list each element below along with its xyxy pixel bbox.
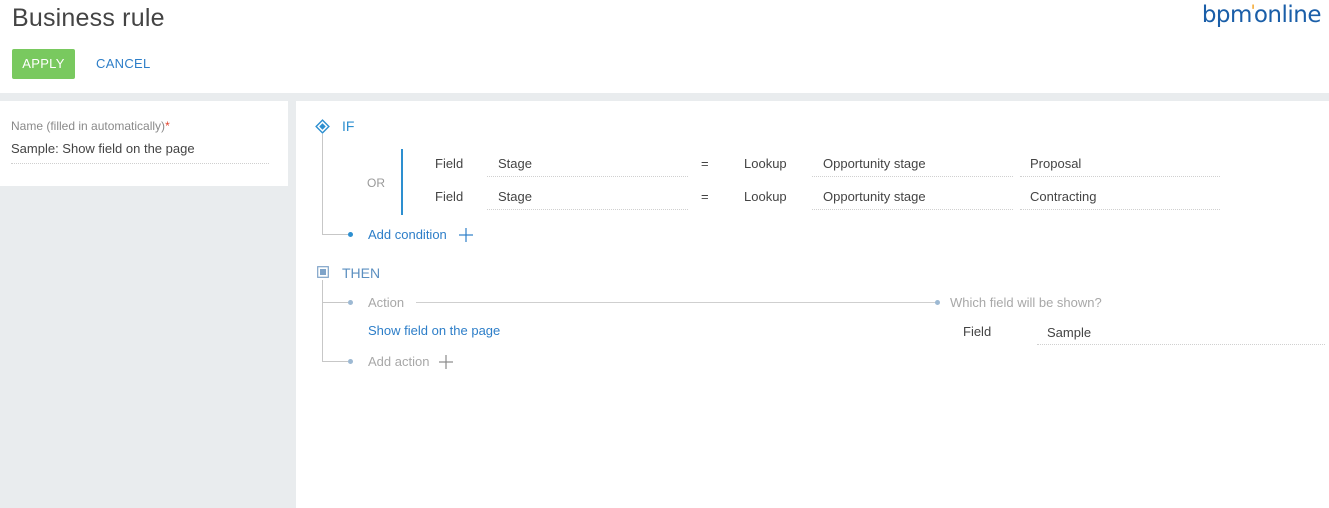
condition-1-left-type[interactable]: Field — [435, 156, 463, 171]
if-tree-line — [322, 134, 323, 235]
then-square-icon — [317, 266, 329, 278]
then-tree-line — [322, 280, 323, 362]
if-title: IF — [342, 118, 355, 134]
action-value-link[interactable]: Show field on the page — [368, 323, 500, 338]
page-header: Business rule bpm'online APPLY CANCEL — [0, 0, 1329, 93]
condition-2-right-type[interactable]: Lookup — [744, 189, 787, 204]
condition-2-left-field[interactable]: Stage — [487, 189, 688, 210]
logo-part-bpm: bpm — [1201, 2, 1253, 28]
name-field-label: Name (filled in automatically)* — [11, 119, 170, 133]
condition-1-comparison[interactable]: = — [701, 156, 709, 171]
add-condition-dot — [348, 232, 353, 237]
logo-dot-icon: ' — [1250, 1, 1255, 20]
action-divider — [416, 302, 936, 303]
condition-2-left-type[interactable]: Field — [435, 189, 463, 204]
add-action-dot — [348, 359, 353, 364]
name-input[interactable]: Sample: Show field on the page — [11, 141, 269, 164]
add-action-connector — [322, 361, 348, 362]
condition-1-left-field[interactable]: Stage — [487, 156, 688, 177]
add-condition-connector — [322, 234, 348, 235]
add-condition-plus-icon[interactable] — [458, 227, 474, 243]
condition-1-value[interactable]: Proposal — [1020, 156, 1220, 177]
action-field-value[interactable]: Sample — [1037, 325, 1325, 345]
action-field-type[interactable]: Field — [963, 324, 991, 339]
brand-logo: bpm'online — [1201, 1, 1322, 28]
condition-2-value[interactable]: Contracting — [1020, 189, 1220, 210]
apply-button[interactable]: APPLY — [12, 49, 75, 79]
which-field-dot — [935, 300, 940, 305]
add-action-link[interactable]: Add action — [368, 354, 429, 369]
condition-1-right-type[interactable]: Lookup — [744, 156, 787, 171]
or-group-bar — [401, 149, 403, 215]
which-field-label: Which field will be shown? — [950, 295, 1102, 310]
cancel-button[interactable]: CANCEL — [96, 49, 151, 79]
action-dot — [348, 300, 353, 305]
condition-1-lookup[interactable]: Opportunity stage — [812, 156, 1013, 177]
or-operator[interactable]: OR — [367, 176, 385, 190]
condition-2-lookup[interactable]: Opportunity stage — [812, 189, 1013, 210]
page-title: Business rule — [12, 4, 165, 32]
logo-part-online: online — [1253, 2, 1322, 28]
add-action-plus-icon[interactable] — [438, 354, 454, 370]
condition-2-comparison[interactable]: = — [701, 189, 709, 204]
add-condition-link[interactable]: Add condition — [368, 227, 447, 242]
action-connector — [322, 302, 348, 303]
action-label: Action — [368, 295, 405, 310]
required-mark: * — [165, 119, 170, 133]
if-diamond-icon — [315, 119, 330, 134]
then-title: THEN — [342, 265, 381, 281]
name-label-text: Name (filled in automatically) — [11, 119, 166, 133]
